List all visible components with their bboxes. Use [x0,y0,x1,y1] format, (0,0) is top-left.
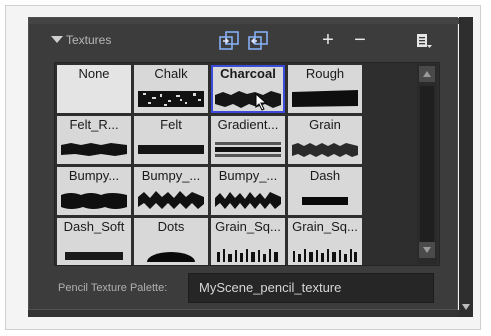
texture-tile-dash[interactable]: Dash [288,167,362,215]
texture-label: Grain_Sq... [292,219,358,234]
dots-swatch-icon [147,252,195,262]
grain-sq-1-swatch-icon [217,249,278,262]
grain-sq-2-swatch-icon [293,249,357,262]
panel-menu-icon[interactable] [415,32,433,50]
texture-label: None [78,66,110,81]
felt-swatch-icon [138,145,204,154]
panel-scroll-down-button[interactable] [461,301,471,313]
texture-tile-gradient[interactable]: Gradient... [211,116,285,164]
texture-label: Grain_Sq... [215,219,281,234]
bumpy-3-swatch-icon [215,192,281,209]
texture-grid-scrollbar[interactable] [417,64,437,264]
texture-tile-none[interactable]: None [57,65,131,113]
panel-scrollbar[interactable] [459,17,473,317]
texture-label: Felt [160,117,182,132]
import-texture-icon[interactable] [219,31,241,51]
texture-tile-bumpy-2[interactable]: Bumpy_... [134,167,208,215]
bumpy-1-swatch-icon [61,193,127,209]
texture-tile-dots[interactable]: Dots [134,218,208,265]
rough-swatch-icon [292,90,358,107]
texture-tile-chalk[interactable]: Chalk [134,65,208,113]
texture-label: Bumpy_... [141,168,201,183]
texture-tile-grain[interactable]: Grain [288,116,362,164]
mouse-cursor-icon [255,93,268,111]
texture-tile-felt-r[interactable]: Felt_R... [57,116,131,164]
remove-texture-button[interactable]: − [351,30,369,50]
panel-top-strip [29,18,459,24]
texture-label: Gradient... [217,117,279,132]
charcoal-swatch-icon [215,91,281,108]
texture-label: Dash [309,168,341,183]
texture-label: Rough [305,66,345,81]
arrow-down-icon [423,247,431,253]
texture-tile-bumpy-3[interactable]: Bumpy_... [211,167,285,215]
texture-tile-grain-sq-2[interactable]: Grain_Sq... [288,218,362,265]
texture-label: Chalk [154,66,188,81]
section-title: Textures [66,33,112,47]
texture-tile-charcoal[interactable]: Charcoal [211,65,285,113]
palette-label: Pencil Texture Palette: [58,282,168,294]
texture-label: Grain [309,117,341,132]
add-texture-button[interactable]: + [319,30,337,50]
scroll-down-button[interactable] [419,242,435,258]
scrollbar-thumb[interactable] [420,86,434,256]
textures-header: Textures + − [51,30,451,54]
felt-r-swatch-icon [61,143,127,156]
texture-tile-bumpy-1[interactable]: Bumpy... [57,167,131,215]
arrow-down-icon [462,304,470,310]
pencil-texture-palette-row: Pencil Texture Palette: MyScene_pencil_t… [54,273,434,303]
texture-label: Dash_Soft [63,219,125,234]
texture-label: Felt_R... [69,117,119,132]
palette-name-field[interactable]: MyScene_pencil_texture [188,273,434,303]
arrow-up-icon [423,71,431,77]
export-texture-icon[interactable] [248,31,270,51]
texture-label: Charcoal [220,66,276,81]
scroll-up-button[interactable] [419,66,435,82]
texture-tile-rough[interactable]: Rough [288,65,362,113]
dash-swatch-icon [302,197,348,205]
texture-label: Bumpy_... [218,168,278,183]
texture-grid: None Chalk Charcoal Rough Felt_R... Felt… [54,62,440,266]
texture-label: Bumpy... [68,168,120,183]
panel-bottom-edge [28,310,459,317]
texture-tile-dash-soft[interactable]: Dash_Soft [57,218,131,265]
chalk-swatch-icon [138,91,204,107]
texture-tile-felt[interactable]: Felt [134,116,208,164]
texture-label: Dots [157,219,185,234]
dash-soft-swatch-icon [65,252,123,260]
texture-tile-grain-sq-1[interactable]: Grain_Sq... [211,218,285,265]
bumpy-2-swatch-icon [138,191,204,209]
grain-swatch-icon [292,143,358,157]
gradient-swatch-icon [215,142,281,157]
textures-panel: Textures + − None Chalk Charcoal Rough F… [28,17,459,310]
collapse-arrow-icon[interactable] [51,36,63,43]
